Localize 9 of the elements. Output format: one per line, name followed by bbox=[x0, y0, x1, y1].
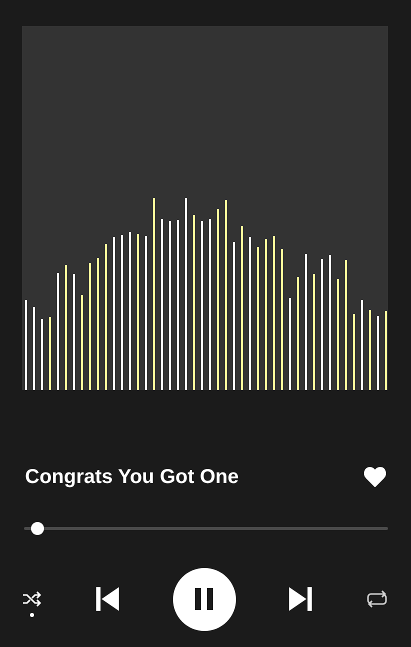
shuffle-icon[interactable] bbox=[22, 591, 42, 607]
track-title: Congrats You Got One bbox=[25, 466, 239, 488]
active-dot bbox=[30, 613, 34, 617]
heart-icon[interactable] bbox=[364, 467, 386, 487]
repeat-icon[interactable] bbox=[366, 590, 388, 608]
next-icon[interactable] bbox=[288, 586, 314, 612]
progress-slider[interactable] bbox=[24, 522, 388, 535]
previous-icon[interactable] bbox=[94, 586, 120, 612]
pause-icon bbox=[192, 587, 216, 611]
